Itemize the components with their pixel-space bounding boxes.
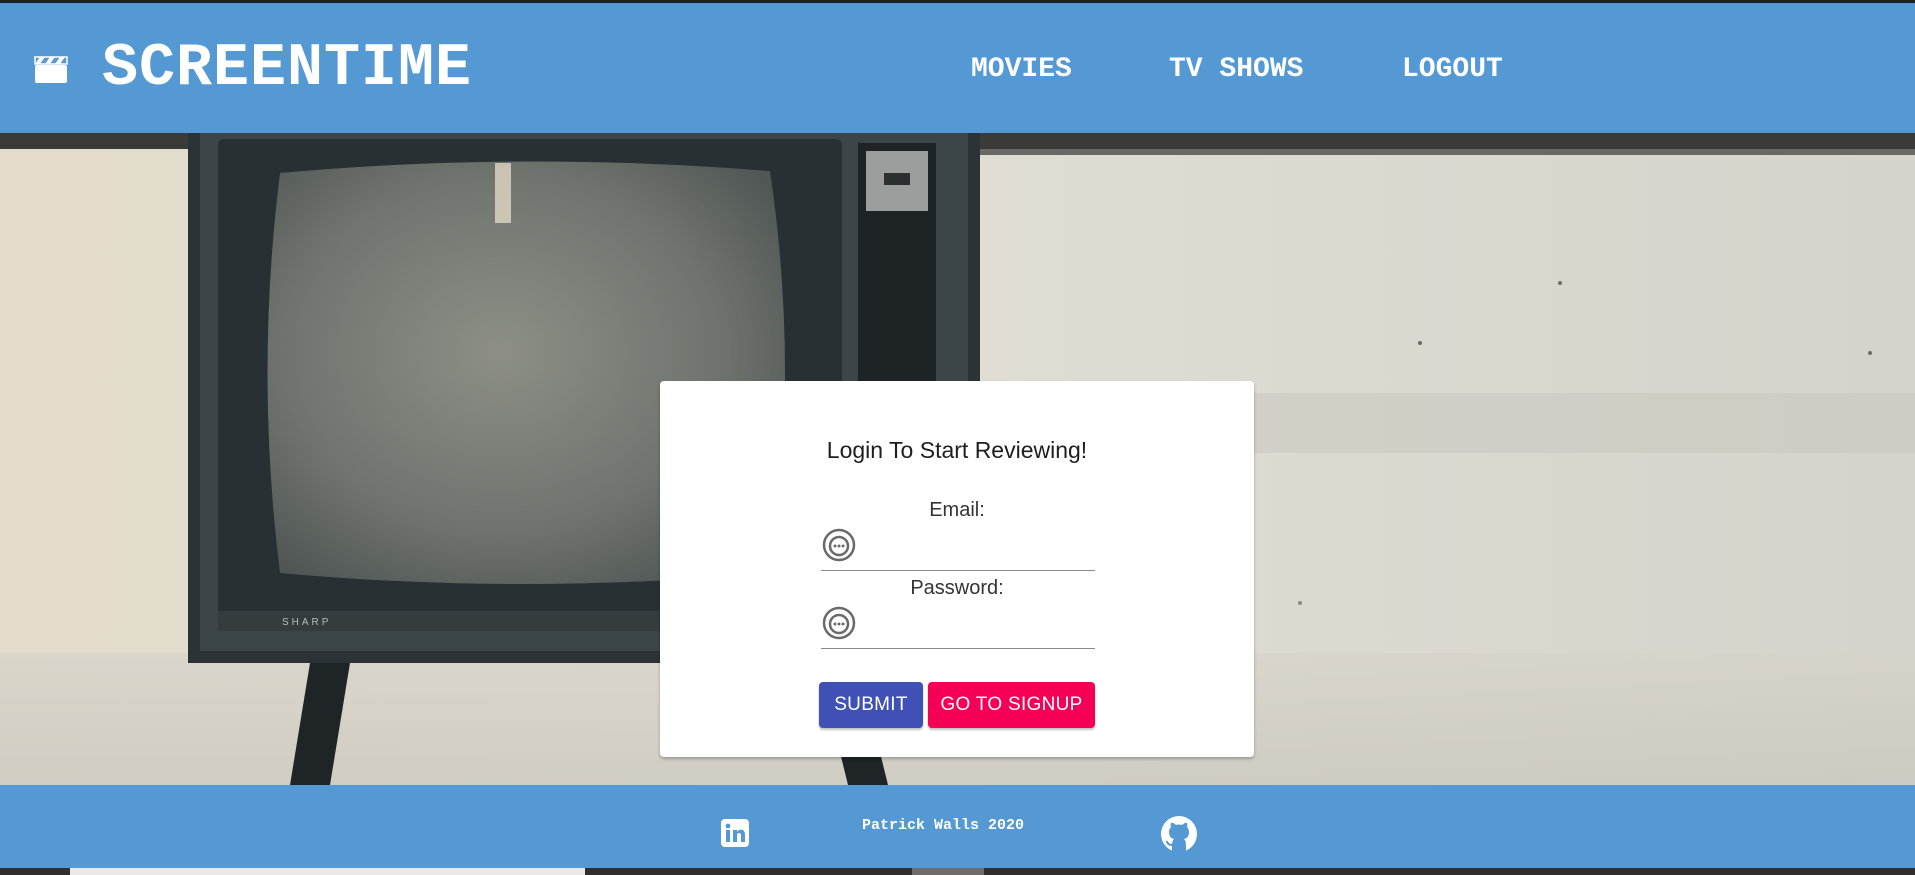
hero-background: SHARP Login To Start Reviewing! Email: P… <box>0 133 1915 785</box>
nav-movies[interactable]: MOVIES <box>971 53 1072 87</box>
login-title: Login To Start Reviewing! <box>826 437 1088 463</box>
github-icon[interactable] <box>1160 815 1198 853</box>
footer: Patrick Walls 2020 <box>0 785 1915 868</box>
taskbar-item <box>70 868 585 875</box>
submit-button[interactable]: SUBMIT <box>819 682 923 728</box>
taskbar-strip <box>0 868 1915 875</box>
brand[interactable]: SCREENTIME <box>34 39 472 99</box>
brand-title: SCREENTIME <box>102 35 473 103</box>
go-to-signup-button[interactable]: GO TO SIGNUP <box>928 682 1095 728</box>
linkedin-icon[interactable] <box>720 818 750 848</box>
password-manager-icon[interactable] <box>821 605 857 641</box>
password-field-wrapper <box>821 605 1095 649</box>
taskbar-item <box>912 868 984 875</box>
email-field-wrapper <box>821 527 1095 571</box>
svg-text:SHARP: SHARP <box>282 617 331 628</box>
nav-tv-shows[interactable]: TV SHOWS <box>1169 53 1303 87</box>
password-label: Password: <box>910 577 1004 599</box>
footer-copyright: Patrick Walls 2020 <box>862 817 1025 834</box>
nav-logout[interactable]: LOGOUT <box>1402 53 1503 87</box>
navbar: SCREENTIME MOVIES TV SHOWS LOGOUT <box>0 3 1915 133</box>
password-manager-icon[interactable] <box>821 527 857 563</box>
email-label: Email: <box>929 499 985 521</box>
login-card: Login To Start Reviewing! Email: Passwor… <box>660 381 1254 757</box>
clapperboard-icon <box>34 56 68 83</box>
